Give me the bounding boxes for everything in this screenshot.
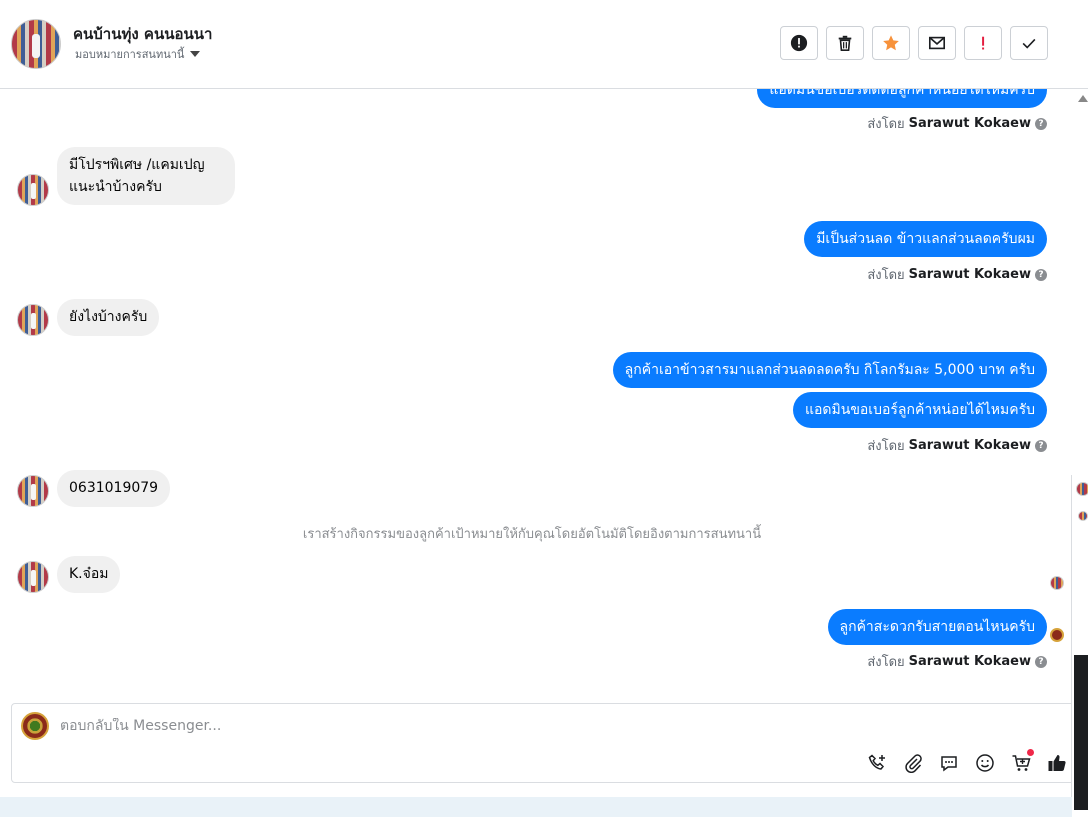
outgoing-message: ลูกค้าเอาข้าวสารมาแลกส่วนลดลดครับ กิโลกร… xyxy=(612,352,1047,388)
cart-icon xyxy=(1012,755,1031,771)
chevron-down-icon xyxy=(190,51,201,57)
system-note: เราสร้างกิจกรรมของลูกค้าเป้าหมายให้กับคุ… xyxy=(302,527,762,542)
contact-avatar[interactable] xyxy=(11,19,61,69)
mark-unread-button[interactable] xyxy=(918,26,956,60)
contact-seen-indicator xyxy=(1076,482,1088,496)
check-icon xyxy=(1022,38,1036,49)
help-icon[interactable]: ? xyxy=(1035,439,1047,452)
delete-button[interactable] xyxy=(826,26,864,60)
contact-avatar-small xyxy=(17,174,49,206)
help-icon[interactable]: ? xyxy=(1035,655,1047,668)
contact-seen-indicator xyxy=(1078,511,1088,521)
attach-button[interactable] xyxy=(902,752,924,774)
sent-by-label: ส่งโดย Sarawut Kokaew ? xyxy=(867,435,1047,456)
conversation-header: คนบ้านทุ่ง คนนอนนา มอบหมายการสนทนานี้ xyxy=(0,0,1088,89)
sent-by-label: ส่งโดย Sarawut Kokaew ? xyxy=(867,264,1047,285)
incoming-message: ยังไงบ้างครับ xyxy=(57,299,160,336)
outgoing-message: ลูกค้าสะดวกรับสายตอนไหนครับ xyxy=(827,609,1047,645)
notification-dot xyxy=(1027,749,1034,756)
contact-avatar-small xyxy=(17,475,49,507)
reply-input[interactable] xyxy=(60,718,860,734)
star-button[interactable] xyxy=(872,26,910,60)
emoji-icon xyxy=(976,754,994,772)
attach-icon xyxy=(905,754,922,773)
shop-button[interactable] xyxy=(1010,749,1034,774)
mark-done-button[interactable] xyxy=(1010,26,1048,60)
outgoing-message: มีเป็นส่วนลด ข้าวแลกส่วนลดครับผม xyxy=(804,221,1047,257)
help-icon[interactable]: ? xyxy=(1035,117,1047,130)
saved-replies-button[interactable] xyxy=(938,752,960,774)
mark-spam-button[interactable] xyxy=(780,26,818,60)
reply-composer xyxy=(11,703,1081,783)
like-button[interactable] xyxy=(1046,752,1068,774)
assign-conversation-dropdown[interactable]: มอบหมายการสนทนานี้ xyxy=(75,45,201,63)
assign-label: มอบหมายการสนทนานี้ xyxy=(75,48,185,61)
page-seen-indicator xyxy=(1050,628,1064,642)
emoji-button[interactable] xyxy=(974,752,996,774)
contact-avatar-small xyxy=(17,304,49,336)
footer-strip xyxy=(0,797,1072,817)
incoming-message: K.จ๋อม xyxy=(57,556,121,593)
page-logo xyxy=(21,712,49,740)
conversation-actions xyxy=(780,26,1048,60)
trash-icon xyxy=(838,35,852,52)
alert-circle-icon xyxy=(790,34,808,52)
like-icon xyxy=(1048,755,1066,771)
exclamation-icon xyxy=(982,36,985,50)
call-button[interactable] xyxy=(866,752,888,774)
side-panel-edge xyxy=(1071,475,1088,810)
help-icon[interactable]: ? xyxy=(1035,268,1047,281)
message-thread: แอดมินขอเบอร์ติดต่อลูกค้าหน่อยได้ไหมครับ… xyxy=(0,89,1072,699)
dark-popup-edge xyxy=(1074,655,1088,810)
envelope-icon xyxy=(928,36,946,50)
contact-avatar-small xyxy=(17,561,49,593)
incoming-message: มีโปรฯพิเศษ /แคมเปญแนะนำบ้างครับ xyxy=(57,147,235,205)
follow-up-button[interactable] xyxy=(964,26,1002,60)
call-icon xyxy=(868,754,885,770)
star-icon xyxy=(883,35,899,51)
contact-seen-indicator xyxy=(1050,576,1064,590)
contact-name[interactable]: คนบ้านทุ่ง คนนอนนา xyxy=(73,22,212,46)
composer-toolbar xyxy=(866,749,1068,774)
sent-by-label: ส่งโดย Sarawut Kokaew ? xyxy=(867,651,1047,672)
outgoing-message: แอดมินขอเบอร์ลูกค้าหน่อยได้ไหมครับ xyxy=(793,392,1047,428)
scroll-up-arrow-icon[interactable] xyxy=(1078,95,1088,102)
sent-by-label: ส่งโดย Sarawut Kokaew ? xyxy=(867,113,1047,134)
outgoing-message: แอดมินขอเบอร์ติดต่อลูกค้าหน่อยได้ไหมครับ xyxy=(757,89,1047,108)
incoming-message: 0631019079 xyxy=(57,470,171,507)
saved-reply-icon xyxy=(941,756,957,772)
